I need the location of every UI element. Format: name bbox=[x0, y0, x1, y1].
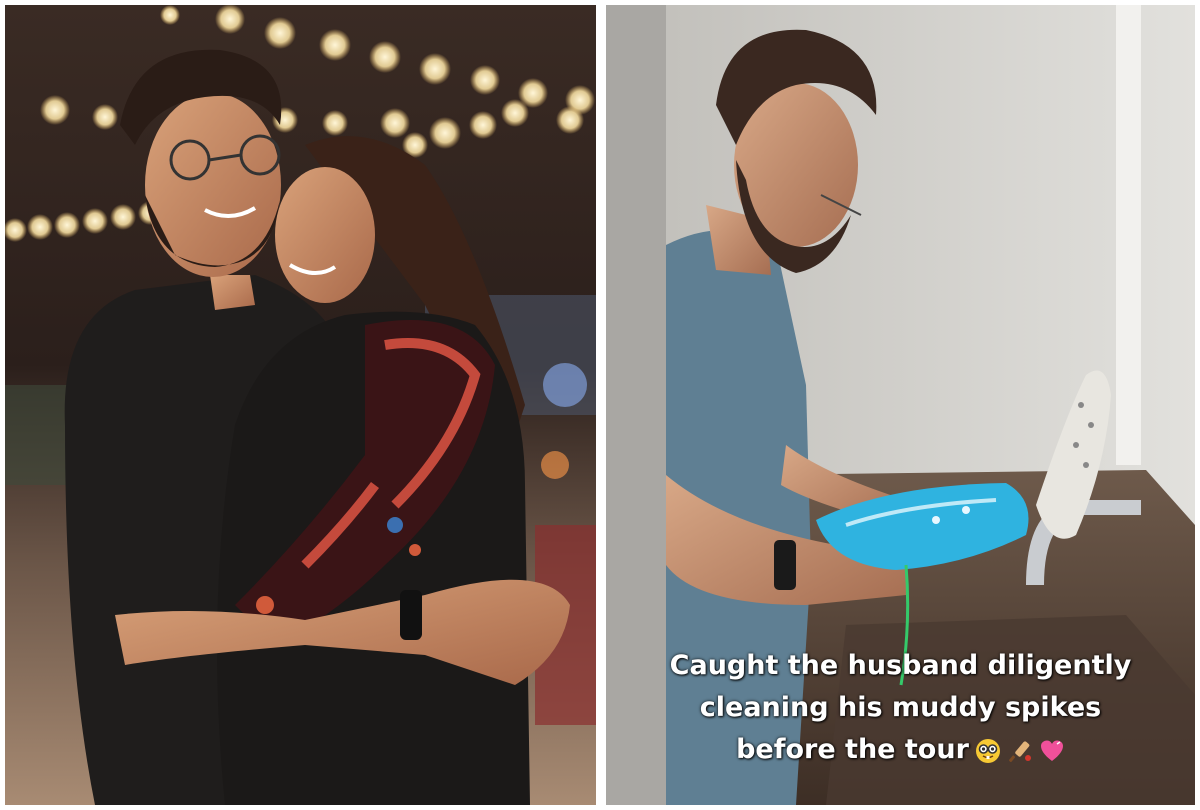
right-photo: Caught the husband diligently cleaning h… bbox=[606, 5, 1195, 805]
story-caption: Caught the husband diligently cleaning h… bbox=[606, 645, 1195, 771]
caption-line-2: cleaning his muddy spikes bbox=[699, 692, 1102, 723]
nerd-face-icon bbox=[975, 738, 1000, 763]
heart-icon bbox=[1040, 740, 1063, 761]
left-photo bbox=[5, 5, 596, 805]
caption-line-1: Caught the husband diligently bbox=[669, 650, 1132, 681]
caption-line-3-text: before the tour bbox=[736, 734, 969, 765]
smartwatch bbox=[774, 540, 796, 590]
couple-photo-illustration bbox=[5, 5, 596, 805]
caption-line-3: before the tour bbox=[606, 729, 1195, 771]
cricket-bat-icon bbox=[1008, 740, 1031, 762]
panel-divider bbox=[596, 0, 606, 810]
